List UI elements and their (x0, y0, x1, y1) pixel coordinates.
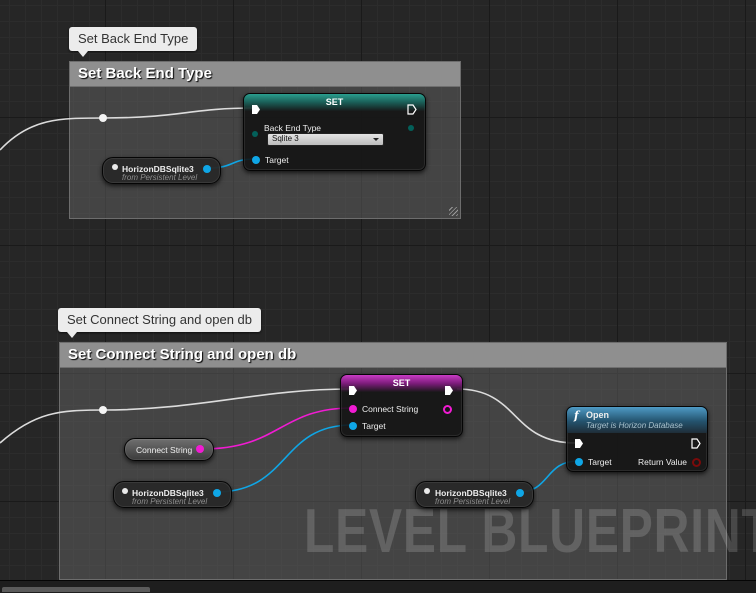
variable-source: from Persistent Level (435, 497, 511, 506)
comment-bubble-set-back-end-type[interactable]: Set Back End Type (69, 27, 198, 57)
exec-wire (0, 117, 104, 151)
byte-out-pin-icon[interactable] (408, 125, 414, 131)
exec-wire (0, 409, 104, 444)
horizon-db-variable-node[interactable]: HorizonDBSqlite3 from Persistent Level (102, 157, 221, 184)
variable-icon (112, 164, 118, 170)
exec-wire (102, 107, 255, 119)
function-subtitle: Target is Horizon Database (586, 421, 683, 430)
open-function-node[interactable]: f Open Target is Horizon Database Target… (566, 406, 708, 472)
reroute-knot (99, 114, 107, 122)
node-header: SET (244, 94, 425, 111)
variable-name: Connect String (136, 445, 193, 455)
object-out-pin-icon[interactable] (203, 165, 211, 173)
target-label: Target (588, 457, 612, 467)
node-title: SET (325, 97, 344, 107)
target-pin-icon[interactable] (252, 156, 260, 164)
return-value-label: Return Value (638, 457, 687, 467)
exec-in-pin-icon[interactable] (574, 438, 584, 449)
back-end-type-label: Back End Type (264, 123, 322, 133)
function-title: Open (586, 410, 610, 420)
exec-in-pin-icon[interactable] (348, 385, 358, 396)
connect-string-in-pin-icon[interactable] (349, 405, 357, 413)
horizon-db-variable-node[interactable]: HorizonDBSqlite3 from Persistent Level (415, 481, 534, 508)
connect-string-variable-node[interactable]: Connect String (124, 438, 214, 461)
variable-source: from Persistent Level (132, 497, 208, 506)
exec-wire (102, 388, 351, 411)
exec-out-pin-icon[interactable] (444, 385, 454, 396)
object-out-pin-icon[interactable] (516, 489, 524, 497)
function-icon: f (574, 409, 579, 422)
string-wire (201, 407, 353, 450)
comment-bubble-set-connect-string[interactable]: Set Connect String and open db (58, 308, 262, 338)
target-label: Target (362, 421, 386, 431)
set-back-end-type-node[interactable]: SET Back End Type Sqlite 3 Target (243, 93, 426, 171)
target-pin-icon[interactable] (349, 422, 357, 430)
dropdown-value: Sqlite 3 (272, 134, 299, 143)
target-pin-icon[interactable] (575, 458, 583, 466)
return-value-pin-icon[interactable] (692, 458, 701, 467)
connect-string-label: Connect String (362, 404, 419, 414)
node-header: f Open Target is Horizon Database (567, 407, 707, 433)
set-connect-string-node[interactable]: SET Connect String Target (340, 374, 463, 437)
byte-in-pin-icon[interactable] (252, 131, 258, 137)
exec-in-pin-icon[interactable] (251, 104, 261, 115)
chevron-down-icon (373, 138, 379, 141)
exec-out-pin-icon[interactable] (407, 104, 417, 115)
wire-layer (0, 107, 579, 493)
horizon-db-variable-node[interactable]: HorizonDBSqlite3 from Persistent Level (113, 481, 232, 508)
object-out-pin-icon[interactable] (213, 489, 221, 497)
exec-wire (456, 388, 577, 444)
bottom-tab[interactable] (2, 587, 150, 592)
variable-icon (424, 488, 430, 494)
reroute-knot (99, 406, 107, 414)
variable-source: from Persistent Level (122, 173, 198, 182)
target-label: Target (265, 155, 289, 165)
connect-string-out-pin-icon[interactable] (443, 405, 452, 414)
object-wire (215, 424, 353, 493)
variable-icon (122, 488, 128, 494)
string-out-pin-icon[interactable] (196, 445, 204, 453)
back-end-type-dropdown[interactable]: Sqlite 3 (267, 133, 384, 146)
exec-out-pin-icon[interactable] (691, 438, 701, 449)
